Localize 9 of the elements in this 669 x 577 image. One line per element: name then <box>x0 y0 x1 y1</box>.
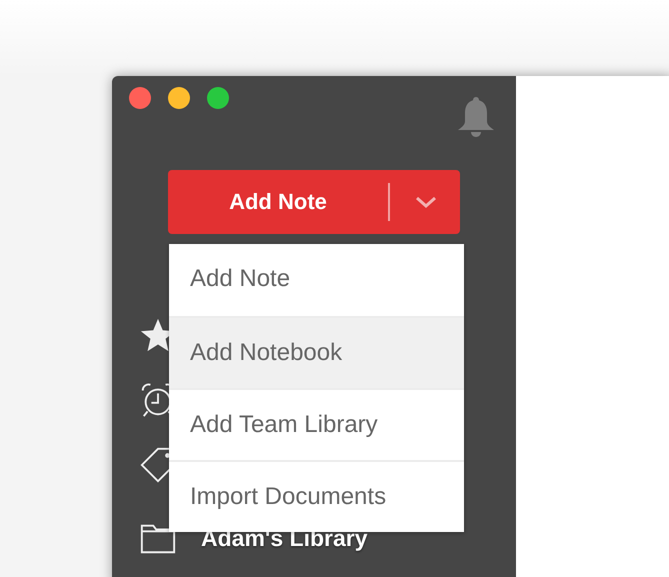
close-button[interactable] <box>129 87 151 109</box>
menu-item[interactable]: Add Note <box>169 244 464 316</box>
menu-item[interactable]: Add Team Library <box>169 388 464 460</box>
menu-item[interactable]: Import Documents <box>169 460 464 532</box>
menu-item[interactable]: Add Notebook <box>169 316 464 388</box>
minimize-button[interactable] <box>168 87 190 109</box>
zoom-button[interactable] <box>207 87 229 109</box>
add-note-button[interactable]: Add Note <box>168 170 460 234</box>
chevron-icon <box>414 195 438 209</box>
